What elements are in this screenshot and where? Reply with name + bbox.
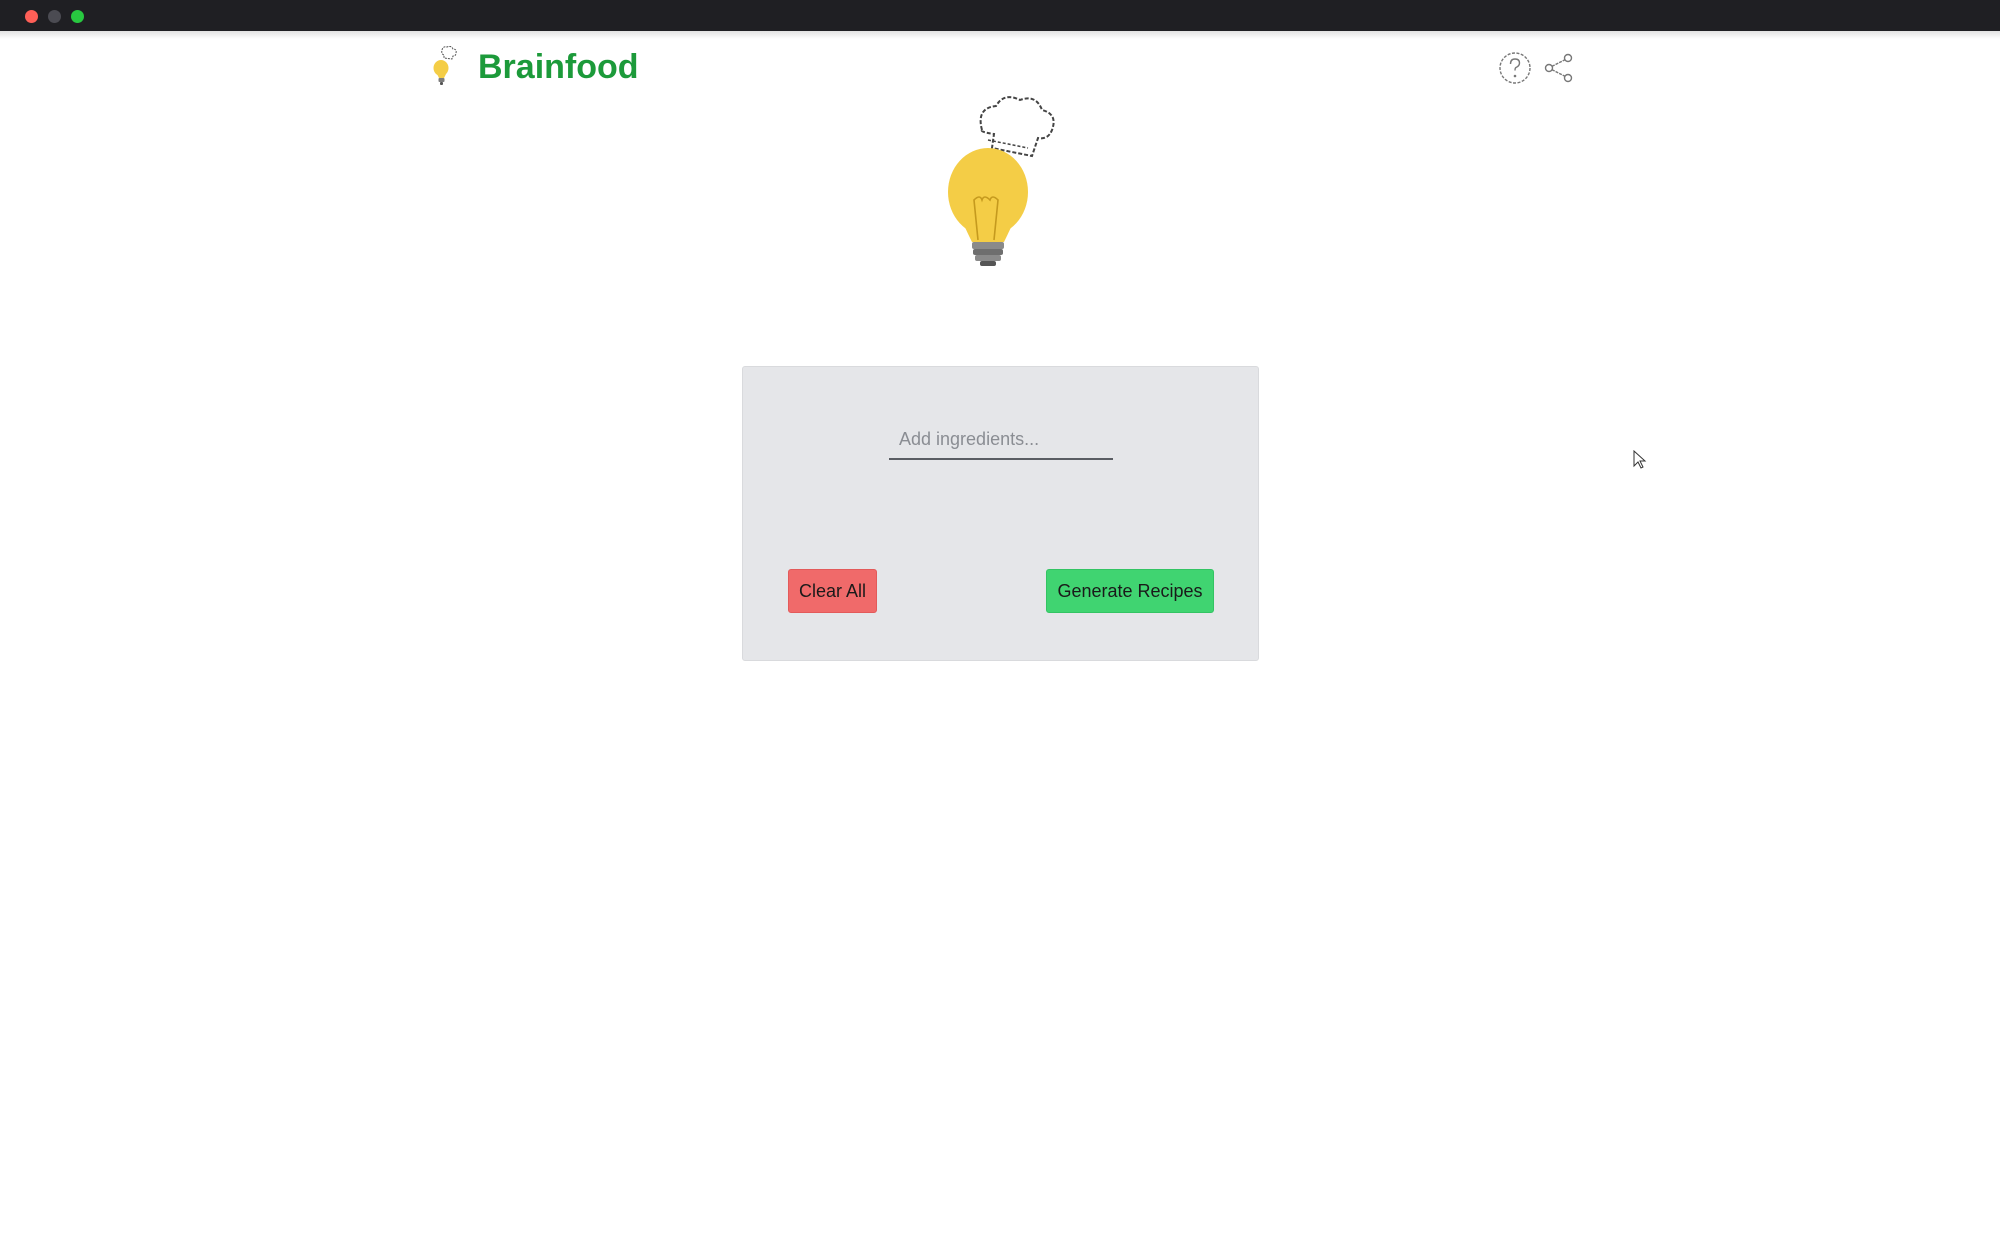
header-actions	[1496, 49, 1578, 87]
window-close-button[interactable]	[25, 10, 38, 23]
window-minimize-button[interactable]	[48, 10, 61, 23]
share-icon[interactable]	[1540, 49, 1578, 87]
generate-recipes-button[interactable]: Generate Recipes	[1046, 569, 1214, 613]
hero-lightbulb-chef-hat-icon	[948, 96, 1055, 266]
lightbulb-chef-hat-icon	[433, 46, 457, 85]
brand-title: Brainfood	[478, 47, 639, 86]
app-header: Brainfood	[0, 39, 2000, 99]
window-titlebar	[0, 0, 2000, 31]
ingredients-input[interactable]	[889, 420, 1113, 460]
help-icon[interactable]	[1496, 49, 1534, 87]
titlebar-shadow	[0, 31, 2000, 39]
mouse-pointer-icon	[1633, 450, 1647, 469]
ingredients-panel: Clear All Generate Recipes	[742, 366, 1259, 661]
window-maximize-button[interactable]	[71, 10, 84, 23]
brand[interactable]: Brainfood	[430, 46, 639, 88]
clear-all-button[interactable]: Clear All	[788, 569, 877, 613]
